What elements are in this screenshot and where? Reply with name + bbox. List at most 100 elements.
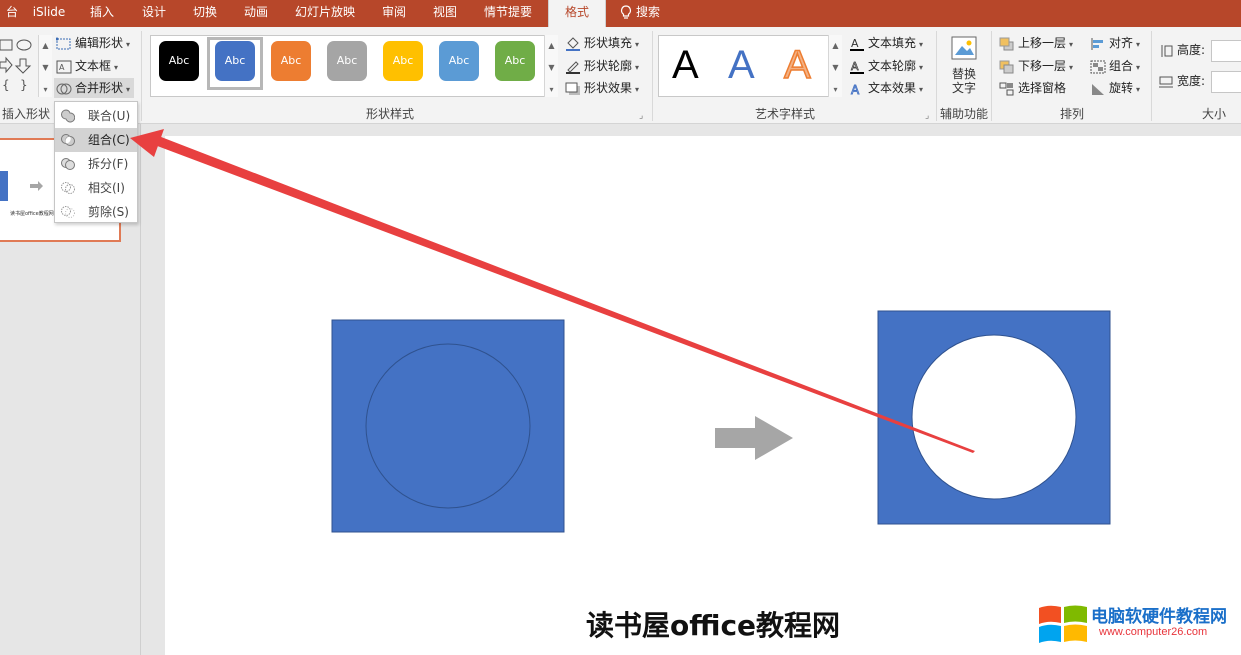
alt-text-label-2: 文字 [951, 81, 976, 95]
send-backward-button[interactable]: 下移一层 ▾ [999, 56, 1073, 76]
menu-item-fragment[interactable]: 拆分(F) [55, 152, 137, 176]
dialog-launcher-icon[interactable]: ⌟ [925, 111, 929, 121]
menu-item-label: 拆分(F) [88, 157, 129, 171]
tab-view[interactable]: 视图 [423, 0, 467, 27]
wordart-sample-orange-outline[interactable]: A [783, 42, 811, 88]
group-divider [936, 31, 937, 121]
svg-text:A: A [59, 63, 65, 72]
shape-style-swatch[interactable]: Abc [215, 41, 255, 81]
merge-shapes-icon [56, 83, 72, 94]
text-fill-button[interactable]: A 文本填充 ▾ [849, 33, 923, 53]
group-divider [141, 31, 142, 121]
watermark-text: 读书屋office教程网 [586, 609, 841, 642]
tell-me-search[interactable]: 搜索 [620, 0, 680, 27]
tab-insert[interactable]: 插入 [80, 0, 124, 27]
tab-format[interactable]: 格式 [548, 0, 606, 27]
align-icon [1091, 37, 1103, 50]
wordart-scroll[interactable]: ▲ ▼ ▾ [828, 35, 842, 97]
menu-item-label: 组合(C) [88, 133, 130, 147]
wordart-sample-black[interactable]: A [672, 43, 699, 87]
svg-text:{: { [2, 78, 10, 92]
group-label-wordart-styles: 艺术字样式 [754, 107, 815, 121]
slide-content [331, 310, 1111, 533]
rotate-button[interactable]: 旋转 ▾ [1090, 78, 1140, 98]
circle-before[interactable] [365, 343, 531, 509]
height-input[interactable] [1211, 40, 1241, 62]
shapes-gallery-scroll[interactable]: ▲ ▼ ▾ [38, 35, 52, 97]
group-label-size: 大小 [1201, 107, 1226, 121]
text-fill-icon: A [850, 37, 864, 51]
shape-style-swatch[interactable]: Abc [159, 41, 199, 81]
edit-shape-button[interactable]: 编辑形状 ▾ [56, 33, 130, 53]
text-outline-icon: A [850, 60, 864, 74]
menu-item-combine[interactable]: 组合(C) [55, 128, 137, 152]
merge-shapes-button[interactable]: 合并形状 ▾ [54, 78, 135, 98]
shape-style-swatch[interactable]: Abc [327, 41, 367, 81]
svg-text:A: A [851, 83, 860, 96]
slide-canvas[interactable] [165, 136, 1241, 655]
paint-bucket-icon [566, 36, 580, 51]
tab-start[interactable]: 台 [0, 0, 24, 27]
shape-fill-button[interactable]: 形状填充 ▾ [565, 33, 639, 53]
svg-text:A: A [851, 37, 859, 50]
group-divider [1151, 31, 1152, 121]
shape-effects-icon [565, 82, 580, 95]
shape-style-swatch[interactable]: Abc [383, 41, 423, 81]
selection-pane-button[interactable]: 选择窗格 [999, 78, 1066, 98]
shape-styles-scroll[interactable]: ▲ ▼ ▾ [544, 35, 558, 97]
width-label: 宽度: [1158, 71, 1205, 91]
shape-style-swatch[interactable]: Abc [439, 41, 479, 81]
text-box-icon: A [56, 60, 72, 73]
shape-style-swatch[interactable]: Abc [495, 41, 535, 81]
site-logo: 电脑软硬件教程网 www.computer26.com [1037, 600, 1241, 650]
height-label: 高度: [1158, 40, 1205, 60]
tab-islide[interactable]: iSlide [24, 0, 74, 27]
text-box-button[interactable]: A 文本框 ▾ [56, 56, 118, 76]
tab-design[interactable]: 设计 [132, 0, 176, 27]
ribbon-tab-bar: 台 iSlide 插入 设计 切换 动画 幻灯片放映 审阅 视图 情节提要 格式… [0, 0, 1241, 27]
menu-item-intersect[interactable]: 相交(I) [55, 176, 137, 200]
ribbon: { } ▲ ▼ ▾ 编辑形状 ▾ A 文本框 ▾ 合并形状 ▾ 插入形状 Abc Abc A… [0, 27, 1241, 124]
bring-forward-icon [999, 37, 1014, 50]
combine-icon [61, 134, 75, 146]
align-button[interactable]: 对齐 ▾ [1090, 33, 1140, 53]
text-outline-button[interactable]: A 文本轮廓 ▾ [849, 56, 923, 76]
windows-logo-icon [1039, 605, 1087, 643]
pen-icon [566, 60, 580, 74]
wordart-sample-blue[interactable]: A [728, 43, 755, 87]
width-input[interactable] [1211, 71, 1241, 93]
fragment-icon [61, 158, 75, 170]
thumbnail-caption: 读书屋office教程网 [10, 211, 54, 217]
alt-text-icon [951, 36, 977, 60]
subtract-icon [61, 206, 75, 218]
dialog-launcher-icon[interactable]: ⌟ [639, 111, 643, 121]
right-arrow-shape[interactable] [715, 416, 793, 460]
site-logo-url: www.computer26.com [1099, 626, 1208, 638]
text-effects-icon: A [851, 82, 861, 96]
tab-slideshow[interactable]: 幻灯片放映 [288, 0, 362, 27]
shape-style-swatch[interactable]: Abc [271, 41, 311, 81]
svg-text:A: A [851, 60, 859, 73]
menu-item-label: 剪除(S) [88, 205, 129, 219]
width-icon [1159, 76, 1173, 87]
group-label-arrange: 排列 [1059, 107, 1084, 121]
text-effects-button[interactable]: A 文本效果 ▾ [849, 78, 923, 98]
union-icon [61, 109, 75, 123]
shape-outline-button[interactable]: 形状轮廓 ▾ [565, 56, 639, 76]
group-button[interactable]: 组合 ▾ [1090, 56, 1140, 76]
edit-shape-icon [56, 37, 71, 49]
selection-pane-icon [999, 82, 1014, 95]
group-label-shape-styles: 形状样式 [365, 107, 414, 121]
tab-animations[interactable]: 动画 [234, 0, 278, 27]
tab-storyboard[interactable]: 情节提要 [476, 0, 540, 27]
shape-effects-button[interactable]: 形状效果 ▾ [565, 78, 639, 98]
group-objects-icon [1090, 60, 1106, 73]
tell-me-label: 搜索 [636, 5, 661, 19]
intersect-icon [61, 182, 75, 194]
tab-transitions[interactable]: 切换 [183, 0, 227, 27]
menu-item-union[interactable]: 联合(U) [55, 104, 137, 128]
bring-forward-button[interactable]: 上移一层 ▾ [999, 33, 1073, 53]
alt-text-button[interactable]: 替换 文字 [944, 35, 984, 101]
tab-review[interactable]: 审阅 [372, 0, 416, 27]
menu-item-subtract[interactable]: 剪除(S) [55, 200, 137, 224]
